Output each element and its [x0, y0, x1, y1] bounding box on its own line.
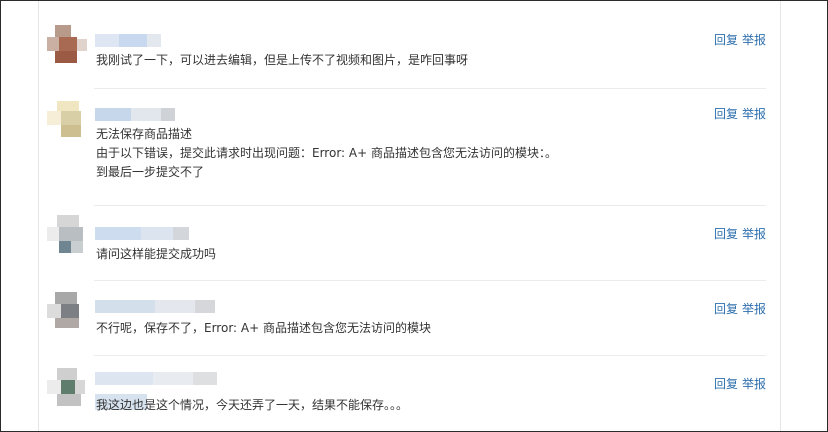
avatar[interactable]	[47, 215, 87, 255]
reply-button[interactable]: 回复	[714, 107, 738, 121]
comment-text: 我刚试了一下，可以进去编辑，但是上传不了视频和图片，是咋回事呀	[96, 51, 690, 70]
comment-actions: 回复 举报	[714, 225, 766, 242]
report-button[interactable]: 举报	[742, 227, 766, 241]
divider	[94, 355, 766, 356]
comment-line: 我刚试了一下，可以进去编辑，但是上传不了视频和图片，是咋回事呀	[96, 53, 469, 67]
report-button[interactable]: 举报	[742, 377, 766, 391]
divider	[94, 205, 766, 206]
reply-button[interactable]: 回复	[714, 302, 738, 316]
screenshot-frame: 回复 举报 我刚试了一下，可以进去编辑，但是上传不了视频和图片，是咋回事呀 回复举…	[0, 0, 828, 432]
reply-button[interactable]: 回复	[714, 377, 738, 391]
report-button[interactable]: 举报	[742, 33, 766, 47]
avatar[interactable]	[47, 99, 87, 139]
comment-text: 请问这样能提交成功吗	[96, 245, 690, 264]
comment-actions: 回复 举报	[714, 31, 766, 48]
comment-line: 不行呢，保存不了，Error: A+ 商品描述包含您无法访问的模块	[96, 321, 431, 335]
comment-text: 我这边也是这个情况，今天还弄了一天，结果不能保存。。。	[96, 396, 690, 415]
comment-line: 请问这样能提交成功吗	[96, 247, 217, 261]
comment-actions: 回复 举报	[714, 105, 766, 122]
divider	[94, 88, 766, 89]
avatar[interactable]	[47, 290, 87, 330]
comment-line: 由于以下错误，提交此请求时出现问题：Error: A+ 商品描述包含您无法访问的…	[96, 146, 557, 160]
avatar[interactable]	[47, 25, 87, 65]
divider	[94, 280, 766, 281]
report-button[interactable]: 举报	[742, 302, 766, 316]
reply-button[interactable]: 回复	[714, 33, 738, 47]
avatar[interactable]	[47, 368, 87, 408]
comment-text: 无法保存商品描述 由于以下错误，提交此请求时出现问题：Error: A+ 商品描…	[96, 125, 690, 182]
comment-line: 无法保存商品描述	[96, 127, 193, 141]
comment-actions: 回复 举报	[714, 375, 766, 392]
comment-list: 回复 举报 我刚试了一下，可以进去编辑，但是上传不了视频和图片，是咋回事呀 回复举…	[38, 1, 781, 431]
comment-text: 不行呢，保存不了，Error: A+ 商品描述包含您无法访问的模块	[96, 319, 690, 338]
reply-button[interactable]: 回复	[714, 227, 738, 241]
comment-actions: 回复 举报	[714, 300, 766, 317]
comment-line: 到最后一步提交不了	[96, 165, 205, 179]
report-button[interactable]: 举报	[742, 107, 766, 121]
comment-line: 我这边也是这个情况，今天还弄了一天，结果不能保存。。。	[96, 398, 409, 412]
